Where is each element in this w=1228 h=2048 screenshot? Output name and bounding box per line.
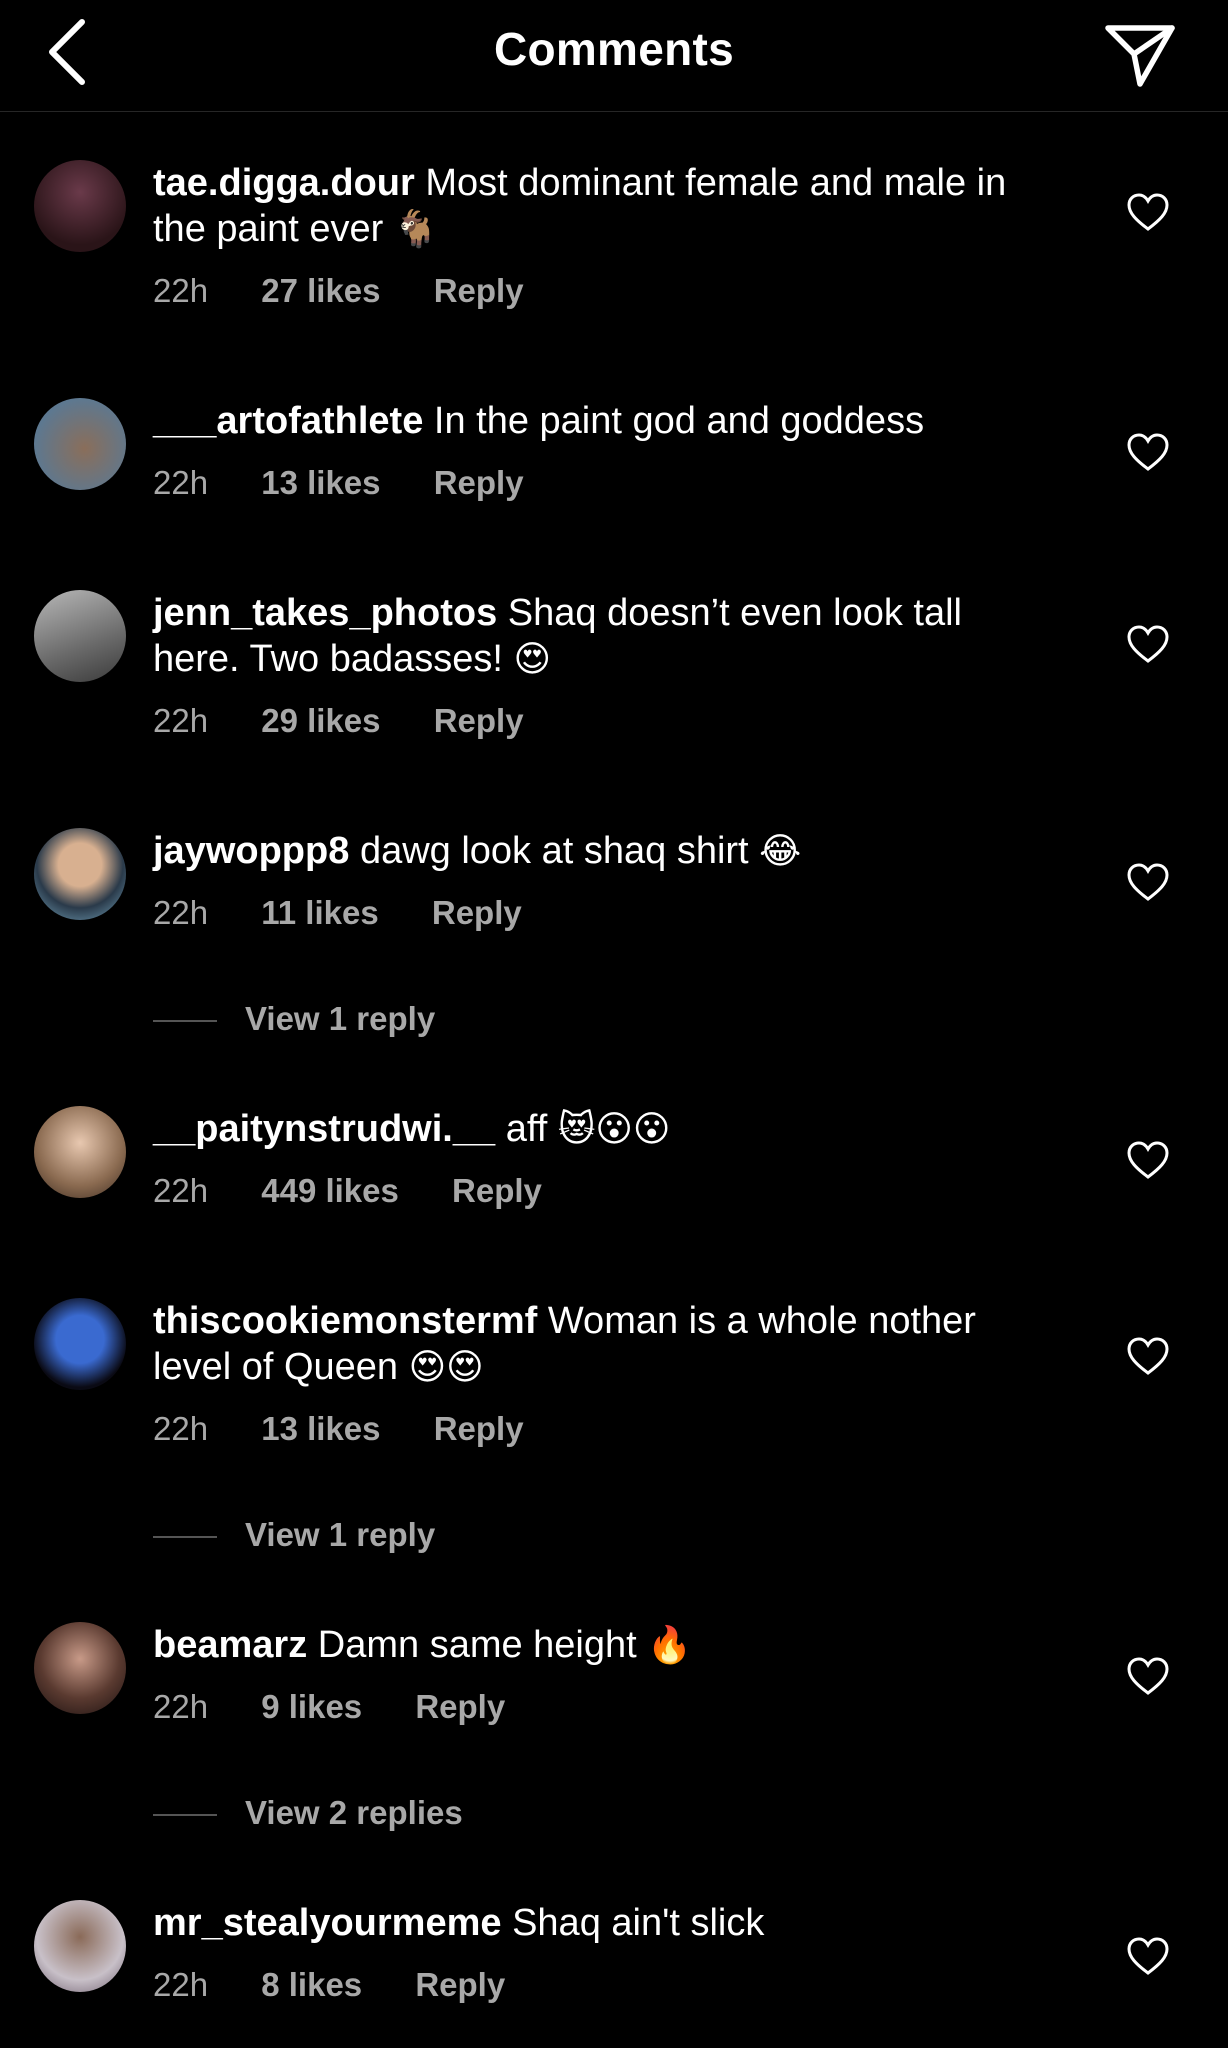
heart-outline-icon[interactable] — [1126, 1656, 1170, 1696]
reply-button[interactable]: Reply — [434, 1410, 524, 1447]
view-replies-link[interactable]: View 1 reply — [153, 1000, 435, 1038]
comment-time: 22h — [153, 702, 209, 739]
avatar[interactable] — [34, 398, 126, 490]
comment-username[interactable]: jaywoppp8 — [153, 830, 349, 872]
heart-outline-icon[interactable] — [1126, 624, 1170, 664]
comment-time: 22h — [153, 1410, 209, 1447]
heart-outline-icon[interactable] — [1126, 862, 1170, 902]
reply-button[interactable]: Reply — [415, 1966, 505, 2003]
heart-outline-icon[interactable] — [1126, 192, 1170, 232]
divider-line — [153, 1020, 217, 1023]
comment-text: Shaq ain't slick — [512, 1902, 765, 1944]
page-title: Comments — [493, 23, 735, 75]
comment-likes[interactable]: 13 likes — [261, 464, 380, 501]
divider-line — [153, 1814, 217, 1817]
comment-username[interactable]: ___artofathlete — [153, 400, 423, 442]
comment-likes[interactable]: 29 likes — [261, 702, 380, 739]
comment-username[interactable]: beamarz — [153, 1624, 307, 1666]
reply-button[interactable]: Reply — [434, 464, 524, 501]
view-replies-label[interactable]: View 1 reply — [245, 1000, 435, 1037]
comment-username[interactable]: jenn_takes_photos — [153, 592, 497, 634]
avatar[interactable] — [34, 828, 126, 920]
comment-emoji: 🔥 — [647, 1625, 693, 1666]
divider-line — [153, 1536, 217, 1539]
reply-button[interactable]: Reply — [415, 1688, 505, 1725]
heart-outline-icon[interactable] — [1126, 1336, 1170, 1376]
comment-username[interactable]: __paitynstrudwi.__ — [153, 1108, 495, 1150]
comment-time: 22h — [153, 1688, 209, 1725]
comment-username[interactable]: thiscookiemonstermf — [153, 1300, 537, 1342]
avatar[interactable] — [34, 1106, 126, 1198]
comment-time: 22h — [153, 894, 209, 931]
heart-outline-icon[interactable] — [1126, 1140, 1170, 1180]
comment-time: 22h — [153, 464, 209, 501]
comment-likes[interactable]: 9 likes — [261, 1688, 362, 1725]
comment-time: 22h — [153, 272, 209, 309]
avatar[interactable] — [34, 1622, 126, 1714]
comment-text: aff — [505, 1108, 548, 1150]
view-replies-link[interactable]: View 2 replies — [153, 1794, 463, 1832]
comment-likes[interactable]: 11 likes — [261, 894, 378, 931]
comment-username[interactable]: tae.digga.dour — [153, 162, 415, 204]
comment-time: 22h — [153, 1172, 209, 1209]
heart-outline-icon[interactable] — [1126, 432, 1170, 472]
avatar[interactable] — [34, 160, 126, 252]
comment-emoji: 😻😮😮 — [557, 1109, 671, 1150]
comment-time: 22h — [153, 1966, 209, 2003]
comment-emoji: 😍 — [513, 639, 552, 680]
avatar[interactable] — [34, 1298, 126, 1390]
view-replies-link[interactable]: View 1 reply — [153, 1516, 435, 1554]
comment-emoji: 😍😍 — [408, 1347, 484, 1388]
header-bar: Comments — [0, 0, 1228, 112]
reply-button[interactable]: Reply — [434, 702, 524, 739]
comment-emoji: 😂 — [759, 831, 802, 872]
paper-plane-icon[interactable] — [1100, 14, 1180, 94]
reply-button[interactable]: Reply — [434, 272, 524, 309]
comment-text: In the paint god and goddess — [433, 400, 925, 442]
reply-button[interactable]: Reply — [432, 894, 522, 931]
comment-username[interactable]: mr_stealyourmeme — [153, 1902, 502, 1944]
reply-button[interactable]: Reply — [452, 1172, 542, 1209]
comment-likes[interactable]: 449 likes — [261, 1172, 399, 1209]
comment-text: Damn same height — [317, 1624, 637, 1666]
view-replies-label[interactable]: View 2 replies — [245, 1794, 463, 1831]
comment-text: dawg look at shaq shirt — [359, 830, 749, 872]
comment-likes[interactable]: 27 likes — [261, 272, 380, 309]
avatar[interactable] — [34, 1900, 126, 1992]
comment-likes[interactable]: 8 likes — [261, 1966, 362, 2003]
comment-emoji: 🐐 — [393, 209, 439, 250]
avatar[interactable] — [34, 590, 126, 682]
comment-likes[interactable]: 13 likes — [261, 1410, 380, 1447]
heart-outline-icon[interactable] — [1126, 1936, 1170, 1976]
view-replies-label[interactable]: View 1 reply — [245, 1516, 435, 1553]
